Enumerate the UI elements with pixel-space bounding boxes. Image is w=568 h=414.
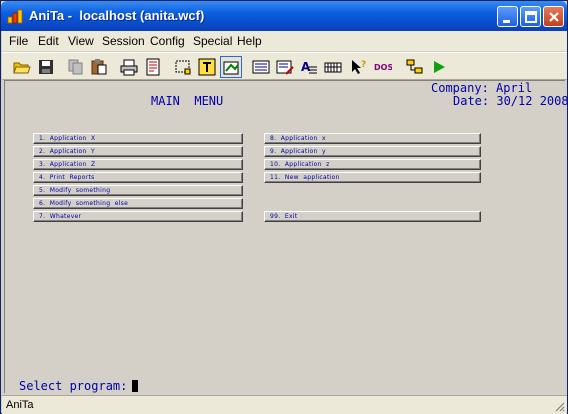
window-app-name: AniTa - (29, 8, 73, 23)
screen-button[interactable] (250, 56, 272, 78)
print-preview-icon (146, 58, 160, 76)
run-icon (434, 61, 445, 73)
menu-option-7[interactable]: 7. Whatever (33, 211, 243, 222)
connect-icon (406, 59, 423, 74)
open-button[interactable] (11, 56, 33, 78)
terminal-screen[interactable] (4, 80, 565, 393)
status-text: AniTa (6, 399, 34, 411)
menu-option-label: 6. Modify something else (39, 200, 129, 207)
save-button[interactable] (35, 56, 57, 78)
status-bar: AniTa (2, 395, 567, 414)
print-button[interactable] (118, 56, 140, 78)
menu-option-10[interactable]: 10. Application z (264, 159, 481, 170)
screen-icon (252, 60, 270, 74)
menu-option-99-exit[interactable]: 99. Exit (264, 211, 481, 222)
menu-option-11[interactable]: 11. New application (264, 172, 481, 183)
window-title-host: localhost (anita.wcf) (79, 8, 205, 23)
svg-text:?: ? (361, 60, 366, 70)
paste-button[interactable] (88, 56, 110, 78)
text-mode-button[interactable] (196, 56, 218, 78)
menu-option-label: 4. Print Reports (39, 174, 95, 181)
paste-icon (91, 59, 107, 75)
menu-option-label: 7. Whatever (39, 213, 82, 220)
menu-option-label: 5. Modify something (39, 187, 111, 194)
font-icon: A (301, 60, 317, 74)
main-menu-heading: MAIN MENU (151, 94, 224, 108)
menu-option-label: 9. Application y (270, 148, 326, 155)
minimize-icon (503, 20, 510, 23)
connect-button[interactable] (404, 56, 426, 78)
menu-help[interactable]: Help (237, 34, 262, 48)
maximize-button[interactable] (520, 6, 541, 27)
transfer-button[interactable] (220, 56, 242, 78)
select-program-prompt: Select program: (19, 379, 128, 393)
company-label: Company: April (431, 81, 533, 95)
menu-session[interactable]: Session (102, 34, 145, 48)
resize-grip-icon[interactable] (553, 400, 565, 412)
text-mode-icon (198, 58, 216, 76)
menu-option-label: 10. Application z (270, 161, 330, 168)
menu-option-label: 3. Application Z (39, 161, 96, 168)
menu-option-5[interactable]: 5. Modify something (33, 185, 243, 196)
font-button[interactable]: A (298, 56, 320, 78)
text-cursor (132, 380, 138, 392)
minimize-button[interactable] (497, 6, 518, 27)
screen-edit-button[interactable] (274, 56, 296, 78)
transfer-icon (223, 61, 239, 75)
help-cursor-button[interactable]: ? (348, 56, 370, 78)
date-label: Date: 30/12 2008 (453, 94, 568, 108)
close-icon (549, 12, 559, 22)
screen-edit-icon (276, 60, 294, 75)
run-button[interactable] (428, 56, 450, 78)
dos-icon: DOS (374, 63, 392, 72)
menu-option-1[interactable]: 1. Application X (33, 133, 243, 144)
menu-option-label: 99. Exit (270, 213, 298, 220)
menu-option-2[interactable]: 2. Application Y (33, 146, 243, 157)
menu-edit[interactable]: Edit (38, 34, 59, 48)
close-button[interactable] (543, 6, 564, 27)
menu-option-3[interactable]: 3. Application Z (33, 159, 243, 170)
keyboard-button[interactable] (322, 56, 344, 78)
copy-button[interactable] (65, 56, 87, 78)
menu-option-label: 11. New application (270, 174, 340, 181)
menu-bar: File Edit View Session Config Special He… (2, 31, 567, 51)
toolbar: A ? DOS (2, 52, 567, 80)
menu-config[interactable]: Config (150, 34, 185, 48)
help-cursor-icon: ? (352, 60, 366, 74)
menu-special[interactable]: Special (193, 34, 232, 48)
window-title: AniTa - localhost (anita.wcf) (29, 8, 204, 23)
copy-icon (68, 59, 83, 75)
open-folder-icon (13, 62, 31, 74)
select-button[interactable] (172, 56, 194, 78)
menu-option-label: 2. Application Y (39, 148, 95, 155)
select-icon (175, 60, 191, 75)
save-icon (39, 60, 53, 74)
dos-button[interactable]: DOS (372, 56, 394, 78)
app-window: AniTa - localhost (anita.wcf) File Edit … (0, 0, 568, 414)
menu-option-6[interactable]: 6. Modify something else (33, 198, 243, 209)
menu-view[interactable]: View (68, 34, 94, 48)
menu-file[interactable]: File (9, 34, 28, 48)
menu-option-4[interactable]: 4. Print Reports (33, 172, 243, 183)
keyboard-icon (324, 62, 342, 73)
menu-option-label: 1. Application X (39, 135, 96, 142)
title-bar[interactable]: AniTa - localhost (anita.wcf) (1, 1, 567, 31)
print-icon (120, 59, 138, 76)
menu-option-9[interactable]: 9. Application y (264, 146, 481, 157)
print-preview-button[interactable] (142, 56, 164, 78)
anita-app-icon (7, 9, 23, 24)
menu-option-8[interactable]: 8. Application x (264, 133, 481, 144)
menu-option-label: 8. Application x (270, 135, 326, 142)
dos-icon-label: DOS (374, 63, 392, 72)
maximize-icon (525, 11, 537, 23)
